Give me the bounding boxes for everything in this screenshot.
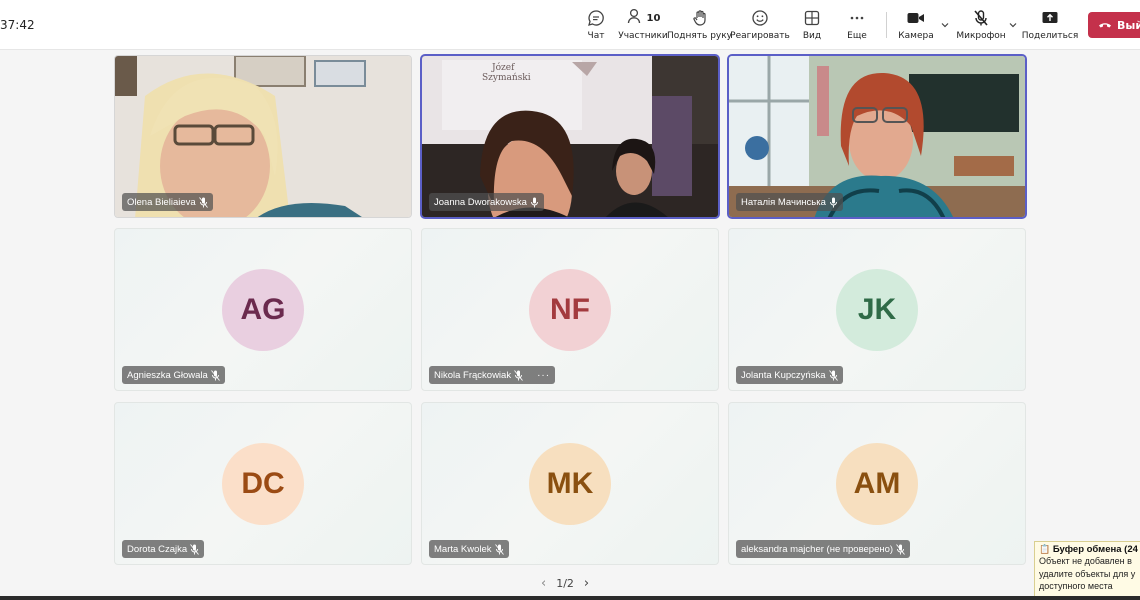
more-button[interactable]: Еще: [844, 8, 870, 46]
participant-name: Olena Bieliaieva: [127, 196, 196, 208]
mic-muted-icon: [972, 8, 990, 28]
participant-tile-video[interactable]: Olena Bieliaieva: [114, 55, 412, 218]
taskbar-edge: [0, 596, 1140, 600]
participant-name-tag: Dorota Czajka: [122, 540, 205, 558]
react-button[interactable]: Реагировать: [730, 8, 790, 46]
camera-options-chevron-icon[interactable]: [940, 20, 950, 30]
chat-icon: [587, 8, 605, 28]
avatar: NF: [529, 269, 611, 351]
participant-name: aleksandra majcher (не проверено): [741, 543, 894, 555]
participants-count: 10: [646, 12, 661, 24]
leave-label: Выйти: [1117, 18, 1140, 32]
participant-name-tag: aleksandra majcher (не проверено): [736, 540, 911, 558]
share-label: Поделиться: [1021, 31, 1079, 41]
mic-label: Микрофон: [956, 31, 1006, 41]
slide-text: Józef: [491, 62, 515, 73]
participant-name: Jolanta Kupczyńska: [741, 369, 826, 381]
view-button[interactable]: Вид: [799, 8, 825, 46]
mic-muted-icon: [198, 196, 208, 208]
avatar: AM: [836, 443, 918, 525]
participant-name: Nikola Frąckowiak: [434, 369, 512, 381]
participant-tile-avatar[interactable]: AG Agnieszka Głowala: [114, 228, 412, 391]
slide-text: Szymański: [482, 72, 531, 83]
toolbar-divider: [886, 12, 887, 38]
avatar: JK: [836, 269, 918, 351]
grid-view-icon: [803, 8, 821, 28]
participant-name-tag: Agnieszka Głowala: [122, 366, 225, 384]
participants-button[interactable]: 10 Участники: [618, 7, 668, 46]
participant-name-tag: Joanna Dworakowska: [429, 193, 544, 211]
participant-tile-avatar[interactable]: NF Nikola Frąckowiak ···: [421, 228, 719, 391]
participant-name-tag: Marta Kwolek: [429, 540, 509, 558]
mic-muted-icon: [210, 369, 220, 381]
page-indicator: 1/2: [556, 577, 574, 590]
gallery-pager: ‹ 1/2 ›: [541, 576, 589, 591]
notification-text: удалите объекты для у: [1039, 568, 1136, 579]
notification-title-text: Буфер обмена (24: [1052, 544, 1138, 555]
notification-text: доступного места: [1039, 581, 1113, 591]
camera-button[interactable]: Камера: [898, 8, 934, 46]
prev-page-icon[interactable]: ‹: [541, 576, 546, 591]
mic-muted-icon: [190, 543, 200, 555]
participant-tile-avatar[interactable]: AM aleksandra majcher (не проверено): [728, 402, 1026, 565]
notification-title: 📋 Буфер обмена (24: [1039, 544, 1140, 555]
participant-name: Marta Kwolek: [434, 543, 492, 555]
participant-name-tag: Jolanta Kupczyńska: [736, 366, 843, 384]
share-button[interactable]: Поделиться: [1022, 8, 1078, 46]
leave-button[interactable]: Выйти: [1088, 12, 1140, 38]
next-page-icon[interactable]: ›: [584, 576, 589, 591]
mic-icon: [530, 197, 538, 207]
notification-text: Объект не добавлен в: [1039, 556, 1132, 566]
participant-tile-avatar[interactable]: JK Jolanta Kupczyńska: [728, 228, 1026, 391]
participant-name-tag: Nikola Frąckowiak ···: [429, 366, 556, 384]
participant-name: Dorota Czajka: [127, 543, 188, 555]
avatar: MK: [529, 443, 611, 525]
mic-muted-icon: [494, 543, 504, 555]
view-label: Вид: [802, 31, 822, 41]
hand-icon: [691, 8, 709, 28]
participant-name-tag: Olena Bieliaieva: [122, 193, 213, 211]
participant-name: Наталія Мачинська: [741, 196, 826, 208]
chat-label: Чат: [587, 31, 605, 41]
participant-tile-avatar[interactable]: MK Marta Kwolek: [421, 402, 719, 565]
share-icon: [1041, 8, 1059, 28]
more-label: Еще: [847, 31, 867, 41]
participant-tile-avatar[interactable]: DC Dorota Czajka: [114, 402, 412, 565]
participant-tile-video[interactable]: Наталія Мачинська: [727, 54, 1027, 219]
participant-name: Agnieszka Głowala: [127, 369, 208, 381]
avatar: AG: [222, 269, 304, 351]
mic-muted-icon: [514, 369, 523, 381]
mic-muted-icon: [828, 369, 838, 381]
people-icon: [626, 7, 644, 29]
participants-label: Участники: [618, 31, 668, 41]
chat-button[interactable]: Чат: [582, 8, 610, 46]
mic-icon: [829, 197, 837, 207]
meeting-timer: 37:42: [0, 18, 35, 32]
camera-icon: [906, 8, 926, 28]
meeting-toolbar: 37:42 Чат 10 Участники Поднять руку Реаг…: [0, 0, 1140, 50]
raise-hand-button[interactable]: Поднять руку: [667, 8, 732, 46]
participant-name-tag: Наталія Мачинська: [736, 193, 843, 211]
phone-hangup-icon: [1099, 23, 1111, 28]
more-icon: [848, 8, 866, 28]
smile-icon: [751, 8, 769, 28]
mic-muted-icon: [896, 543, 905, 555]
react-label: Реагировать: [730, 31, 790, 41]
raise-hand-label: Поднять руку: [667, 31, 733, 41]
clipboard-notification[interactable]: 📋 Буфер обмена (24 Объект не добавлен в …: [1034, 541, 1140, 597]
avatar: DC: [222, 443, 304, 525]
camera-label: Камера: [898, 31, 934, 41]
participant-tile-video[interactable]: Józef Szymański Joanna Dworakowska: [420, 54, 720, 219]
participant-name: Joanna Dworakowska: [434, 196, 527, 208]
mic-button[interactable]: Микрофон: [956, 8, 1006, 46]
participant-more-options-icon[interactable]: ···: [531, 370, 550, 381]
clipboard-icon: 📋: [1039, 544, 1051, 554]
mic-options-chevron-icon[interactable]: [1008, 20, 1018, 30]
